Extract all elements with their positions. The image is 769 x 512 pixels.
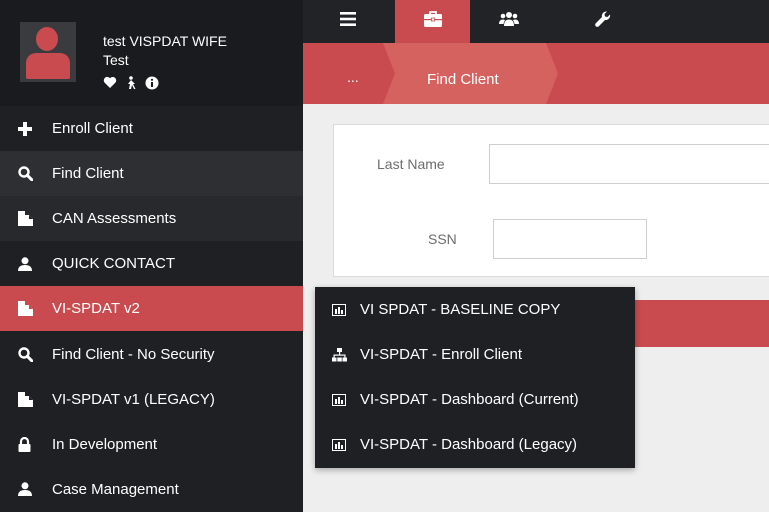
users-button[interactable] xyxy=(479,0,539,43)
sidebar-item-label: VI-SPDAT v1 (LEGACY) xyxy=(52,390,215,408)
lock-icon xyxy=(18,436,40,452)
users-icon xyxy=(499,11,519,32)
submenu-item-baseline-copy[interactable]: VI SPDAT - BASELINE COPY xyxy=(315,287,635,332)
sidebar-item-label: Find Client xyxy=(52,165,124,183)
last-name-field[interactable] xyxy=(489,144,769,184)
document-icon xyxy=(18,211,40,227)
briefcase-icon xyxy=(423,11,442,32)
plus-icon xyxy=(18,121,40,137)
sidebar-item-label: QUICK CONTACT xyxy=(52,255,176,273)
user-name: test VISPDAT WIFE xyxy=(103,33,227,49)
user-icons xyxy=(103,76,159,94)
briefcase-button[interactable] xyxy=(395,0,470,43)
sidebar-item-can-assessments[interactable]: CAN Assessments xyxy=(0,196,303,242)
user-icon xyxy=(18,256,40,272)
sidebar-item-find-client-no-security[interactable]: Find Client - No Security xyxy=(0,331,303,376)
heart-icon[interactable] xyxy=(103,76,117,94)
document-icon xyxy=(18,391,40,407)
submenu-item-label: VI-SPDAT - Dashboard (Current) xyxy=(360,391,579,408)
submenu-item-enroll-client[interactable]: VI-SPDAT - Enroll Client xyxy=(315,332,635,377)
bar-chart-icon xyxy=(332,393,348,407)
submenu-item-dashboard-current[interactable]: VI-SPDAT - Dashboard (Current) xyxy=(315,377,635,422)
last-name-label: Last Name xyxy=(377,156,445,172)
search-icon xyxy=(18,166,40,182)
avatar[interactable] xyxy=(20,22,76,82)
sidebar-item-quick-contact[interactable]: QUICK CONTACT xyxy=(0,241,303,286)
submenu-item-label: VI-SPDAT - Enroll Client xyxy=(360,346,522,363)
breadcrumb: ... Find Client xyxy=(303,43,769,104)
sidebar-item-label: In Development xyxy=(52,435,158,453)
sidebar: test VISPDAT WIFE Test Enroll Client Fin… xyxy=(0,0,303,512)
bar-chart-icon xyxy=(332,303,348,317)
ssn-field[interactable] xyxy=(493,219,647,259)
avatar-body xyxy=(26,53,70,79)
sidebar-item-vi-spdat-v2[interactable]: VI-SPDAT v2 xyxy=(0,286,303,332)
ssn-label: SSN xyxy=(428,231,457,247)
avatar-head xyxy=(36,27,58,51)
info-icon[interactable] xyxy=(145,76,159,94)
user-panel: test VISPDAT WIFE Test xyxy=(0,0,303,106)
sidebar-item-in-development[interactable]: In Development xyxy=(0,422,303,467)
user-subname: Test xyxy=(103,52,129,68)
sidebar-item-label: Case Management xyxy=(52,480,179,498)
breadcrumb-root[interactable]: ... xyxy=(347,69,359,85)
bar-chart-icon xyxy=(332,438,348,452)
sidebar-item-case-management[interactable]: Case Management xyxy=(0,467,303,512)
submenu-item-label: VI-SPDAT - Dashboard (Legacy) xyxy=(360,436,578,453)
wrench-icon xyxy=(595,11,611,32)
settings-button[interactable] xyxy=(573,0,633,43)
sidebar-item-label: Find Client - No Security xyxy=(52,345,215,363)
top-toolbar xyxy=(303,0,769,43)
sidebar-item-label: VI-SPDAT v2 xyxy=(52,300,140,318)
sidebar-item-label: CAN Assessments xyxy=(52,210,177,228)
breadcrumb-current[interactable]: Find Client xyxy=(427,71,499,88)
submenu-item-dashboard-legacy[interactable]: VI-SPDAT - Dashboard (Legacy) xyxy=(315,422,635,467)
sidebar-nav: Enroll Client Find Client CAN Assessment… xyxy=(0,106,303,512)
vi-spdat-v2-submenu: VI SPDAT - BASELINE COPY VI-SPDAT - Enro… xyxy=(315,287,635,468)
menu-button[interactable] xyxy=(318,0,378,43)
search-form: Last Name SSN xyxy=(333,124,769,277)
submenu-item-label: VI SPDAT - BASELINE COPY xyxy=(360,301,561,318)
sitemap-icon xyxy=(332,347,348,362)
document-icon xyxy=(18,301,40,317)
sidebar-item-enroll-client[interactable]: Enroll Client xyxy=(0,106,303,151)
user-icon xyxy=(18,481,40,497)
menu-icon xyxy=(340,12,356,31)
sidebar-item-vi-spdat-v1-legacy[interactable]: VI-SPDAT v1 (LEGACY) xyxy=(0,377,303,422)
sidebar-item-find-client[interactable]: Find Client xyxy=(0,151,303,197)
sidebar-item-label: Enroll Client xyxy=(52,120,133,138)
search-icon xyxy=(18,346,40,362)
person-walking-icon[interactable] xyxy=(124,76,138,94)
